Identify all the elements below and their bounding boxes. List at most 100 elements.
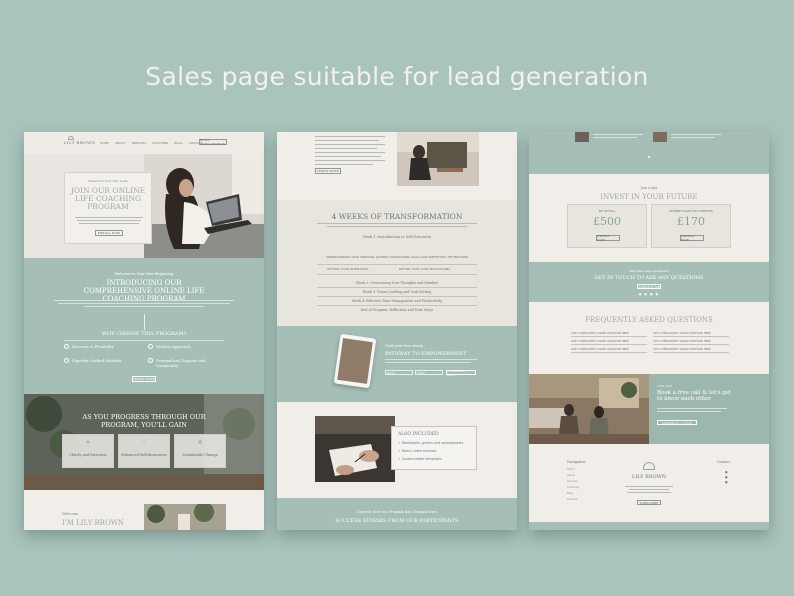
also-item: ✓ Workbooks, guides and spreadsheets <box>398 441 464 445</box>
plan-card: PAY IN FULL £500 ENROLL NOW <box>567 204 647 248</box>
week-item[interactable]: Week 4: Effective Time Management and Pr… <box>277 299 517 303</box>
freebie-kicker: Grab your free ebook <box>385 344 423 348</box>
faq-section: FREQUENTLY ASKED QUESTIONS ADD A FREQUEN… <box>529 302 769 374</box>
hero-card: Transform Your Life Today JOIN OUR ONLIN… <box>64 172 152 244</box>
nav-services[interactable]: SERVICES <box>132 141 147 145</box>
call-kicker: Let's chat <box>657 384 672 388</box>
plants-photo <box>144 504 226 530</box>
footer-bar <box>529 522 769 530</box>
gain-card: ❦ Sustainable Change <box>174 434 226 468</box>
living-room-photo <box>529 374 649 444</box>
feature-label: Holistic Approach <box>156 344 191 349</box>
faq-item[interactable]: ADD A FREQUENTLY ASKED QUESTION HERE <box>653 348 711 351</box>
week-item[interactable]: Week 3: Vision Crafting and Goal Setting <box>277 290 517 294</box>
hands-journal-illustration <box>315 416 395 482</box>
leaf-icon: ❦ <box>197 439 203 446</box>
download-button[interactable]: DOWNLOAD NOW <box>446 369 476 377</box>
mockup-page-2: LEARN MORE 4 WEEKS OF TRANSFORMATION Wee… <box>277 132 517 530</box>
footer-nav-services[interactable]: Services <box>567 480 578 483</box>
about-title: I'M LILY BROWN <box>62 519 125 527</box>
footer-nav-contact[interactable]: Contact <box>567 498 577 501</box>
week-1-item[interactable]: Week 1: Introduction to Self-Discovery <box>277 235 517 239</box>
check-icon <box>64 358 69 363</box>
faq-item[interactable]: ADD A FREQUENTLY ASKED QUESTION HERE <box>653 340 711 343</box>
nav-coaching[interactable]: COACHING <box>152 141 168 145</box>
call-photo <box>529 374 649 444</box>
pill-item[interactable]: SETTING YOUR INTENTIONS <box>327 267 368 271</box>
why-learn-more-button[interactable]: LEARN MORE <box>132 376 156 382</box>
top-section: LEARN MORE <box>277 132 517 200</box>
compass-icon: ✦ <box>85 439 91 446</box>
faq-title: FREQUENTLY ASKED QUESTIONS <box>585 316 713 324</box>
nav-blog[interactable]: BLOG <box>174 141 182 145</box>
mockup-page-3: Join today INVEST IN YOUR FUTURE PAY IN … <box>529 132 769 530</box>
coaching-photo <box>397 132 479 186</box>
plan-card: PAYMENT PLAN FOR 3 MONTHS £170 ENROLL NO… <box>651 204 731 248</box>
nav-about[interactable]: ABOUT <box>115 141 125 145</box>
divider-vertical <box>144 314 145 330</box>
weeks-title: 4 WEEKS OF TRANSFORMATION <box>331 212 463 221</box>
footer-social-icons[interactable]: ● ● ● <box>725 470 728 485</box>
gain-card: ♡ Enhanced Self-Awareness <box>118 434 170 468</box>
invest-title: INVEST IN YOUR FUTURE <box>600 193 698 201</box>
faq-item[interactable]: ADD A FREQUENTLY ASKED QUESTION HERE <box>571 348 629 351</box>
name-field[interactable]: Name <box>385 370 413 375</box>
week-item[interactable]: Week 2: Overcoming Your Thoughts and Min… <box>277 281 517 285</box>
gain-label: Enhanced Self-Awareness <box>121 453 167 457</box>
invest-kicker: Join today <box>640 186 658 190</box>
footer-subscribe-button[interactable]: SUBSCRIBE <box>637 500 661 505</box>
testimonial-avatar <box>653 132 667 142</box>
social-icons[interactable]: ● ● ● ● <box>529 292 769 296</box>
hero-enroll-button[interactable]: ENROLL NOW <box>95 230 123 236</box>
brand-logo[interactable]: LILY BROWN <box>64 140 95 145</box>
contact-kicker: Still have some questions? <box>628 269 670 273</box>
site-header: LILY BROWN HOME ABOUT SERVICES COACHING … <box>24 132 264 154</box>
also-included-section: ALSO INCLUDED ✓ Workbooks, guides and sp… <box>277 402 517 498</box>
gains-title: AS YOU PROGRESS THROUGH OUR PROGRAM, YOU… <box>82 413 206 429</box>
testimonials-strip <box>529 132 769 174</box>
week-item[interactable]: End of Program: Reflection and Next Step… <box>277 308 517 312</box>
hero-kicker: Transform Your Life Today <box>87 179 129 183</box>
footer-nav-title: Navigation <box>567 460 586 464</box>
woman-laptop-illustration <box>144 154 264 258</box>
feature-label: Personalized Support and Community <box>156 358 206 368</box>
footer-nav-blog[interactable]: Blog <box>567 492 573 495</box>
check-icon <box>64 344 69 349</box>
book-consultation-button[interactable]: BOOK CONSULTATION <box>199 138 227 146</box>
success-title: SUCCESS STORIES FROM OUR PARTICIPANTS <box>335 518 459 524</box>
footer-nav-coaching[interactable]: Coaching <box>567 486 579 489</box>
site-footer: Navigation Home About Services Coaching … <box>529 444 769 530</box>
intro-section: Welcome to Your New Beginning INTRODUCIN… <box>24 258 264 394</box>
about-kicker: Welcome, <box>62 512 80 516</box>
check-icon <box>148 344 153 349</box>
main-nav: HOME ABOUT SERVICES COACHING BLOG CONTAC… <box>100 141 203 145</box>
faq-item[interactable]: ADD A FREQUENTLY ASKED QUESTION HERE <box>571 340 629 343</box>
slider-dot[interactable] <box>648 156 650 158</box>
schedule-call-button[interactable]: SCHEDULE A CALL <box>657 420 697 425</box>
plan-enroll-button[interactable]: ENROLL NOW <box>680 234 704 242</box>
logo-icon <box>68 136 74 140</box>
heart-icon: ♡ <box>141 439 147 446</box>
contact-button[interactable]: CONTACT ME <box>637 284 661 289</box>
plan-label: PAYMENT PLAN FOR 3 MONTHS <box>669 209 713 213</box>
plan-enroll-button[interactable]: ENROLL NOW <box>596 234 620 242</box>
feature-label: Expertly Crafted Modules <box>72 358 122 363</box>
about-section: Welcome, I'M LILY BROWN <box>24 490 264 530</box>
top-learn-more-button[interactable]: LEARN MORE <box>315 168 341 174</box>
nav-home[interactable]: HOME <box>100 141 109 145</box>
testimonial-avatar <box>575 132 589 142</box>
check-icon <box>148 358 153 363</box>
gains-section: AS YOU PROGRESS THROUGH OUR PROGRAM, YOU… <box>24 394 264 490</box>
plan-price: £170 <box>677 215 705 228</box>
footer-nav-home[interactable]: Home <box>567 468 575 471</box>
success-section: Discover How Our Program Has Changed Liv… <box>277 498 517 530</box>
pill-item[interactable]: DEFINE YOUR CORE MOTIVATIONS <box>399 267 450 271</box>
freebie-section: Grab your free ebook PATHWAY TO EMPOWERM… <box>277 326 517 402</box>
faq-item[interactable]: ADD A FREQUENTLY ASKED QUESTION HERE <box>653 332 711 335</box>
email-field[interactable]: Email <box>415 370 443 375</box>
feature-label: Discover & Flexibility <box>72 344 114 349</box>
call-section: Let's chat Book a free call & let's get … <box>529 374 769 444</box>
faq-item[interactable]: ADD A FREQUENTLY ASKED QUESTION HERE <box>571 332 629 335</box>
footer-logo-icon <box>643 462 655 470</box>
plan-label: PAY IN FULL <box>598 209 616 213</box>
